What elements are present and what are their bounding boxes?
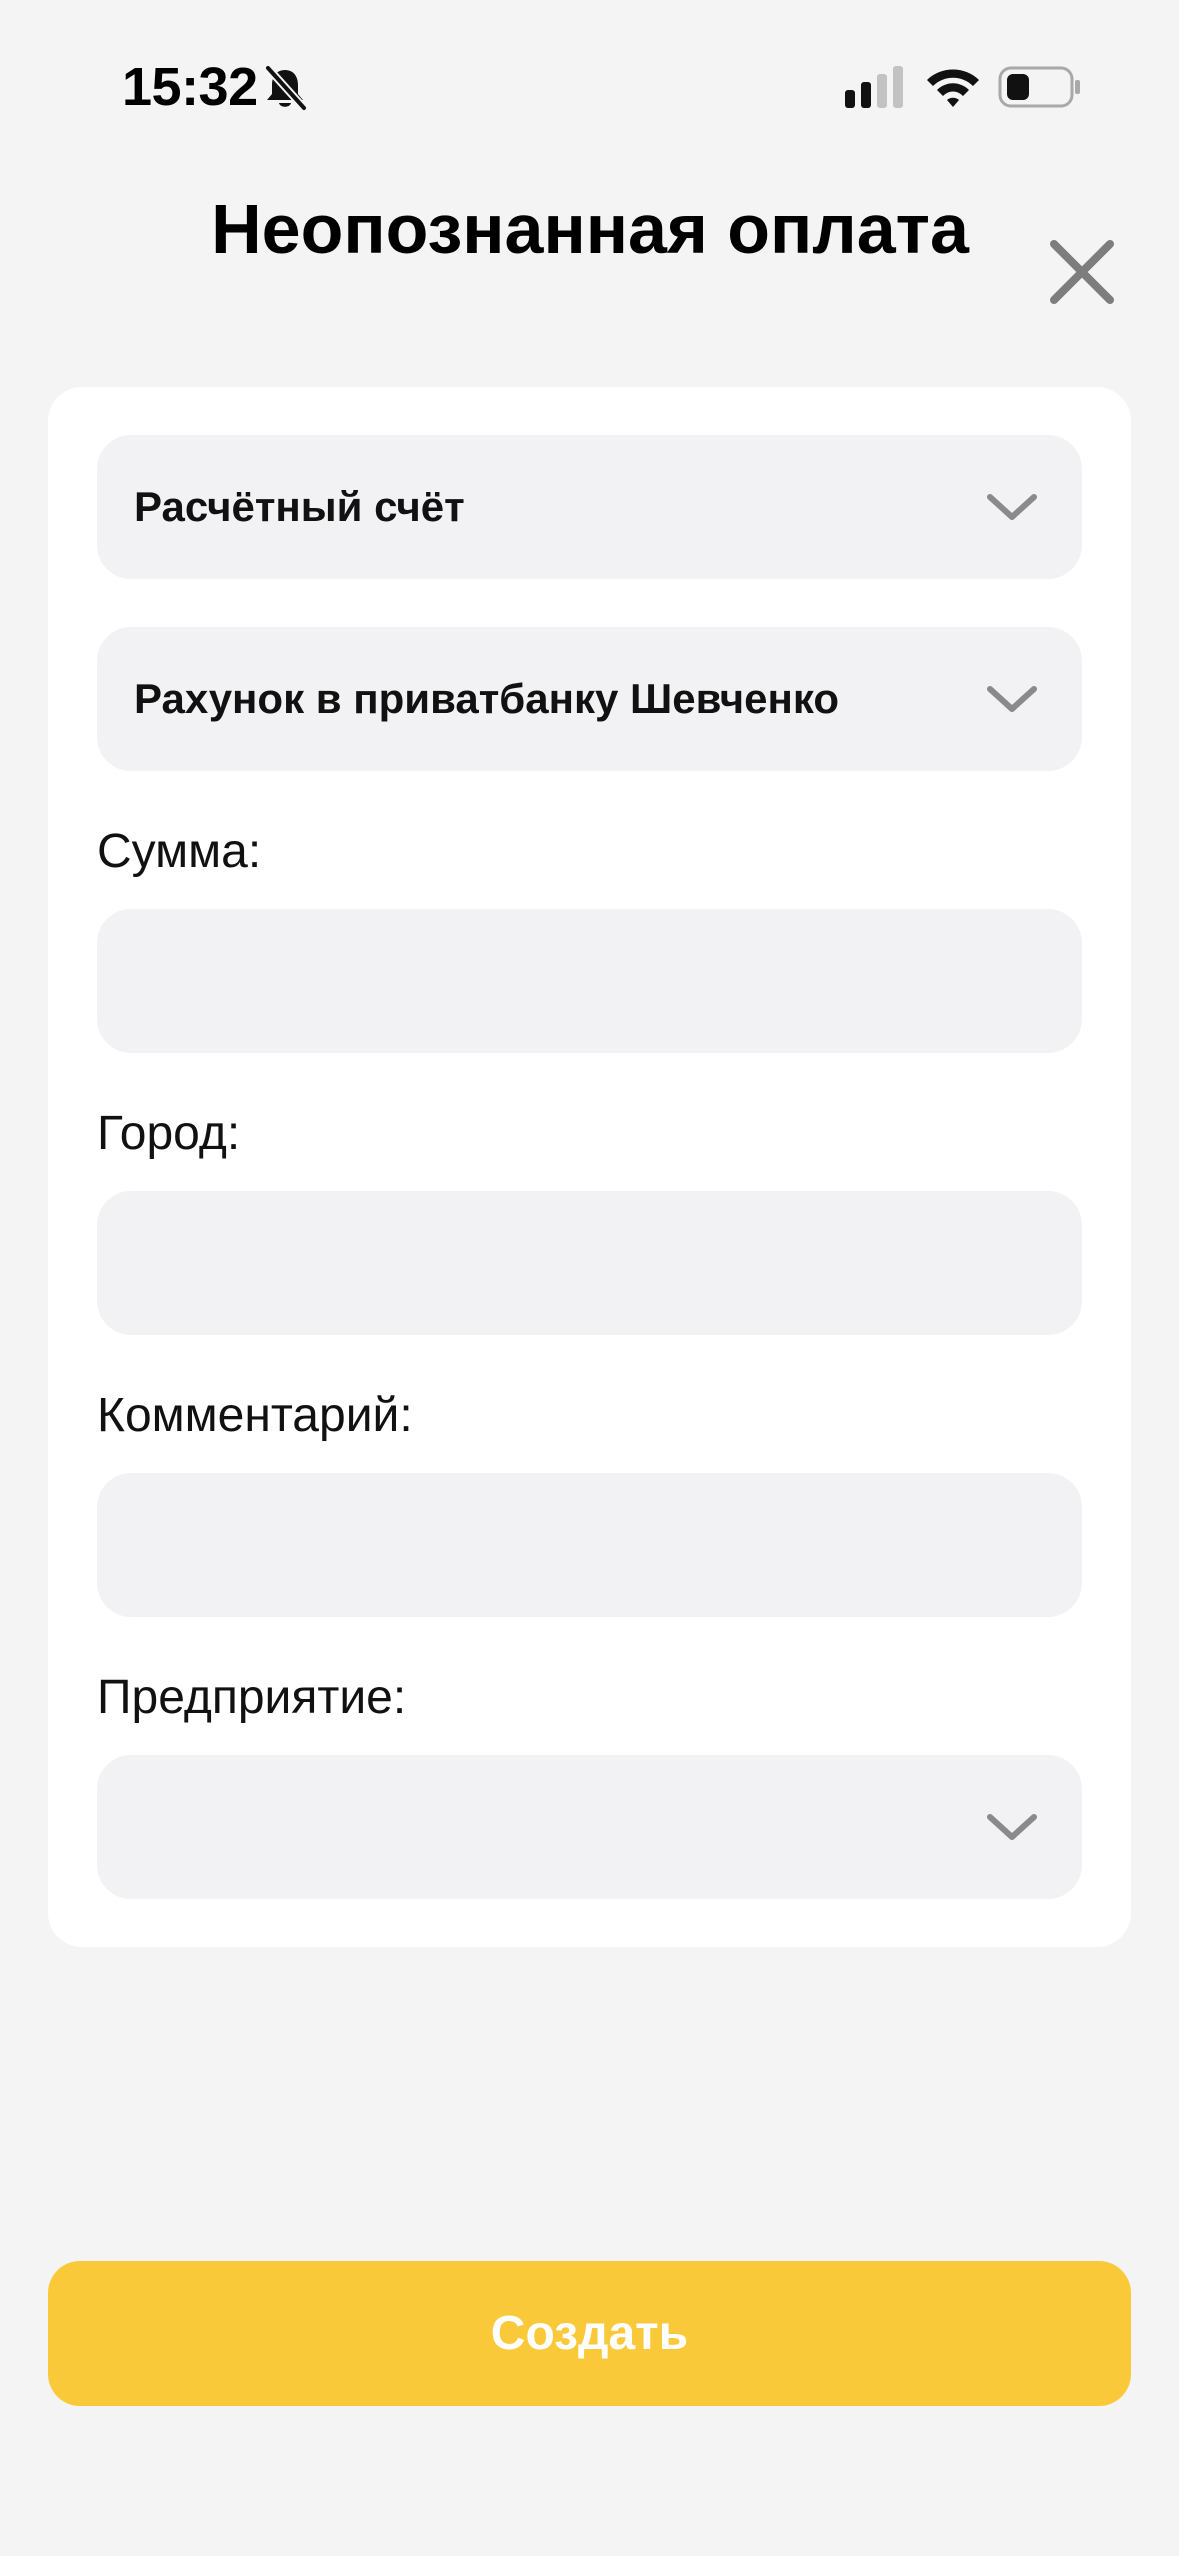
account-type-select[interactable]: Расчётный счёт <box>97 435 1082 579</box>
page-title: Неопознанная оплата <box>211 190 969 268</box>
status-time: 15:32 <box>122 57 258 117</box>
amount-label: Сумма: <box>97 825 262 878</box>
close-icon[interactable] <box>1046 236 1118 308</box>
chevron-down-icon <box>987 1814 1037 1840</box>
enterprise-select[interactable] <box>97 1755 1082 1899</box>
form-card: Расчётный счёт Рахунок в приватбанку Шев… <box>48 387 1131 1947</box>
enterprise-label: Предприятие: <box>97 1671 407 1724</box>
comment-input[interactable] <box>97 1473 1082 1617</box>
cellular-signal-icon <box>845 66 903 108</box>
city-field-box <box>97 1191 1082 1335</box>
comment-field-box <box>97 1473 1082 1617</box>
city-input[interactable] <box>97 1191 1082 1335</box>
city-label: Город: <box>97 1107 241 1160</box>
bell-slash-icon <box>265 65 307 111</box>
account-value: Рахунок в приватбанку Шевченко <box>134 675 840 722</box>
chevron-down-icon <box>987 494 1037 520</box>
status-bar: 15:32 <box>0 0 1179 175</box>
account-type-value: Расчётный счёт <box>134 483 465 530</box>
chevron-down-icon <box>987 686 1037 712</box>
battery-icon <box>998 66 1080 108</box>
wifi-icon <box>927 69 979 107</box>
screen: 15:32 Неопознанная оплата Расчётный счёт… <box>0 0 1179 2556</box>
comment-label: Комментарий: <box>97 1389 413 1442</box>
account-select[interactable]: Рахунок в приватбанку Шевченко <box>97 627 1082 771</box>
amount-input[interactable] <box>97 909 1082 1053</box>
create-button[interactable]: Создать <box>48 2261 1131 2406</box>
amount-field-box <box>97 909 1082 1053</box>
